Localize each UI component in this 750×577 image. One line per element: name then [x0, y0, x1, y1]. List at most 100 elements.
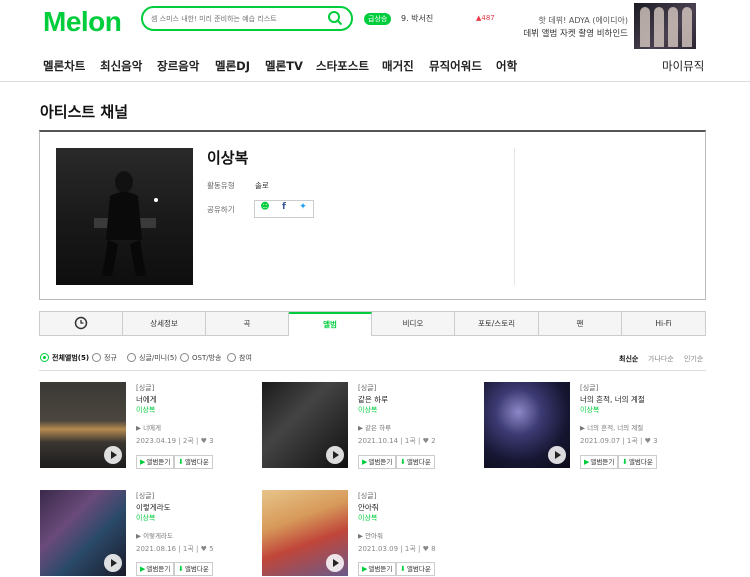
album-artist[interactable]: 이상복 [358, 405, 377, 415]
search-input[interactable] [151, 11, 321, 26]
activity-type-value: 솔로 [255, 181, 269, 190]
album-cover[interactable] [40, 490, 126, 576]
download-album-button[interactable]: ⬇앨범다운 [396, 455, 435, 469]
nav-melon-dj[interactable]: 멜론DJ [215, 58, 250, 74]
album-meta: 2021.08.16 | 1곡 | ♥ 5 [136, 545, 214, 553]
filter-single-mini[interactable]: 싱글/미니(5) [127, 352, 177, 363]
nav-magazine[interactable]: 매거진 [382, 58, 414, 74]
rank-change: ▲487 [476, 14, 495, 22]
nav-genre-music[interactable]: 장르음악 [157, 58, 199, 74]
clock-icon [74, 316, 88, 332]
tab-fans[interactable]: 팬 [539, 312, 622, 335]
nav-latest-music[interactable]: 최신음악 [100, 58, 142, 74]
album-meta: 2021.03.09 | 1곡 | ♥ 8 [358, 545, 436, 553]
melon-share-icon[interactable]: ☻ [256, 202, 274, 217]
promo-image[interactable] [634, 3, 696, 49]
album-title[interactable]: 너에게 [136, 394, 157, 405]
album-type: [싱글] [136, 384, 155, 392]
album-meta: 2023.04.19 | 2곡 | ♥ 3 [136, 437, 214, 445]
sort-alphabetical[interactable]: 가나다순 [648, 354, 674, 364]
search-bar[interactable] [141, 6, 353, 31]
album-track[interactable]: ▶ 안아줘 [358, 530, 383, 540]
listen-album-button[interactable]: ▶앨범듣기 [136, 562, 175, 576]
artist-photo [56, 148, 193, 285]
sort-latest[interactable]: 최신순 [619, 354, 638, 364]
download-album-button[interactable]: ⬇앨범다운 [174, 562, 213, 576]
album-artist[interactable]: 이상복 [358, 513, 377, 523]
activity-type-label: 활동유형 [207, 181, 235, 190]
nav-melon-tv[interactable]: 멜론TV [265, 58, 303, 74]
artist-tabs: 상세정보 곡 앨범 비디오 포토/스토리 팬 Hi-Fi [39, 311, 706, 336]
nav-my-music[interactable]: 마이뮤직 [662, 58, 704, 74]
album-artist[interactable]: 이상복 [136, 513, 155, 523]
tab-details[interactable]: 상세정보 [123, 312, 206, 335]
tab-albums[interactable]: 앨범 [289, 312, 372, 336]
play-icon[interactable] [548, 446, 566, 464]
album-cover[interactable] [262, 490, 348, 576]
radio-icon [180, 352, 189, 362]
main-nav: 멜론차트 최신음악 장르음악 멜론DJ 멜론TV 스타포스트 매거진 뮤직어워드… [0, 50, 750, 82]
album-cover[interactable] [40, 382, 126, 468]
album-track[interactable]: ▶ 너의 흔적, 너의 계절 [580, 422, 643, 432]
album-track[interactable]: ▶ 같은 하루 [358, 422, 391, 432]
radio-icon [227, 352, 236, 362]
album-meta: 2021.09.07 | 1곡 | ♥ 3 [580, 437, 658, 445]
download-album-button[interactable]: ⬇앨범다운 [618, 455, 657, 469]
divider [514, 148, 515, 285]
tab-home[interactable] [40, 312, 123, 335]
twitter-icon[interactable]: ✦ [294, 202, 312, 217]
rising-badge: 급상승 [364, 13, 392, 25]
play-icon[interactable] [326, 446, 344, 464]
listen-album-button[interactable]: ▶앨범듣기 [136, 455, 175, 469]
play-icon[interactable] [104, 446, 122, 464]
tab-songs[interactable]: 곡 [206, 312, 289, 335]
listen-album-button[interactable]: ▶앨범듣기 [580, 455, 619, 469]
play-icon[interactable] [326, 554, 344, 572]
artist-name: 이상복 [207, 149, 249, 167]
album-meta: 2021.10.14 | 1곡 | ♥ 2 [358, 437, 436, 445]
share-buttons: ☻ f ✦ [254, 200, 314, 218]
tab-photo-story[interactable]: 포토/스토리 [455, 312, 539, 335]
melon-logo[interactable]: Melon [43, 6, 122, 38]
facebook-icon[interactable]: f [275, 202, 293, 217]
radio-icon [40, 352, 49, 362]
listen-album-button[interactable]: ▶앨범듣기 [358, 562, 397, 576]
rising-chart-item[interactable]: 9. 박서진 [401, 13, 433, 24]
listen-album-button[interactable]: ▶앨범듣기 [358, 455, 397, 469]
album-track[interactable]: ▶ 너에게 [136, 422, 161, 432]
nav-melon-chart[interactable]: 멜론차트 [43, 58, 85, 74]
play-icon[interactable] [104, 554, 122, 572]
share-label: 공유하기 [207, 205, 235, 214]
album-title[interactable]: 같은 하루 [358, 394, 388, 405]
filter-all-albums[interactable]: 전체앨범(5) [40, 352, 89, 363]
album-type: [싱글] [358, 384, 377, 392]
nav-music-award[interactable]: 뮤직어워드 [429, 58, 482, 74]
album-type: [싱글] [358, 492, 377, 500]
download-album-button[interactable]: ⬇앨범다운 [174, 455, 213, 469]
divider [39, 370, 706, 371]
filter-ost[interactable]: OST/방송 [180, 352, 221, 363]
download-album-button[interactable]: ⬇앨범다운 [396, 562, 435, 576]
search-icon[interactable] [327, 10, 343, 30]
album-title[interactable]: 안아줘 [358, 502, 379, 513]
album-track[interactable]: ▶ 이렇게라도 [136, 530, 173, 540]
filter-regular[interactable]: 정규 [92, 352, 117, 363]
album-artist[interactable]: 이상복 [136, 405, 155, 415]
tab-videos[interactable]: 비디오 [372, 312, 455, 335]
radio-icon [92, 352, 101, 362]
tab-hifi[interactable]: Hi-Fi [622, 312, 705, 335]
album-cover[interactable] [484, 382, 570, 468]
promo-subtitle[interactable]: 데뷔 앨범 자켓 촬영 비하인드 [510, 27, 628, 39]
nav-language[interactable]: 어학 [496, 58, 517, 74]
album-cover[interactable] [262, 382, 348, 468]
album-title[interactable]: 너의 흔적, 너의 계절 [580, 394, 645, 405]
filter-participation[interactable]: 참여 [227, 352, 252, 363]
promo-headline[interactable]: 핫 데뷔! ADYA (에이디아) [520, 15, 628, 26]
sort-popular[interactable]: 인기순 [684, 354, 703, 364]
album-artist[interactable]: 이상복 [580, 405, 599, 415]
album-type: [싱글] [580, 384, 599, 392]
nav-star-post[interactable]: 스타포스트 [316, 58, 369, 74]
album-type: [싱글] [136, 492, 155, 500]
radio-icon [127, 352, 136, 362]
album-title[interactable]: 이렇게라도 [136, 502, 171, 513]
